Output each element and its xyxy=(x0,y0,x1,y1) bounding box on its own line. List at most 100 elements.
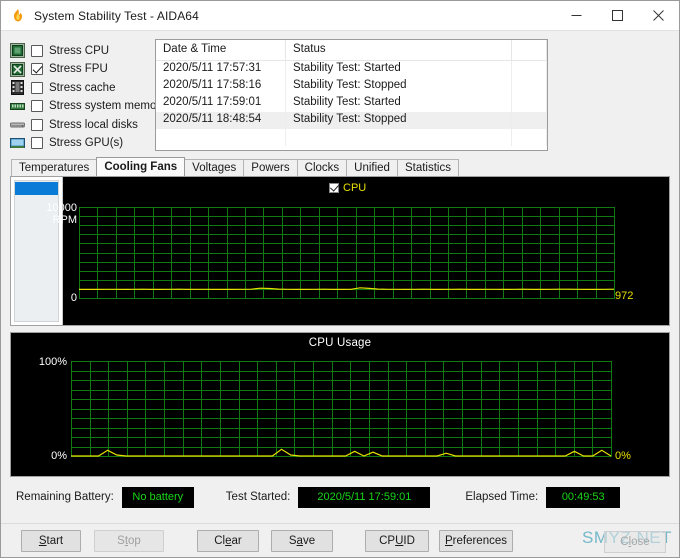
stability-test-window: System Stability Test - AIDA64 Stress CP… xyxy=(0,0,680,558)
elapsed-time-value: 00:49:53 xyxy=(546,486,621,508)
stress-option-cpu[interactable]: Stress CPU xyxy=(10,42,153,59)
client-area: Stress CPU Stress FPU Stress cache Stres… xyxy=(1,31,679,523)
battery-label: Remaining Battery: xyxy=(16,491,114,503)
log-cell-extra xyxy=(512,95,547,112)
event-log-list[interactable]: Date & Time Status 2020/5/11 17:57:31 St… xyxy=(155,39,548,151)
tab-unified[interactable]: Unified xyxy=(346,159,398,176)
cpu-usage-chart-panel: CPU Usage 100% 0% 0% xyxy=(10,332,670,477)
preferences-button-label: Preferences xyxy=(444,534,507,547)
fan-sensor-selected-item[interactable] xyxy=(15,182,58,195)
table-row[interactable]: 2020/5/11 18:48:54 Stability Test: Stopp… xyxy=(156,112,547,129)
window-title: System Stability Test - AIDA64 xyxy=(34,8,199,23)
test-started-label: Test Started: xyxy=(225,491,291,503)
stress-cache-checkbox[interactable] xyxy=(31,81,43,94)
minimize-icon[interactable] xyxy=(556,1,597,31)
log-cell-status: Stability Test: Stopped xyxy=(286,112,512,129)
log-cell-status: Stability Test: Started xyxy=(286,61,512,78)
fan-legend-cpu[interactable]: CPU xyxy=(329,182,366,194)
title-bar: System Stability Test - AIDA64 xyxy=(1,1,679,31)
log-cell-extra xyxy=(512,61,547,78)
stress-option-gpu[interactable]: Stress GPU(s) xyxy=(10,135,153,152)
tab-voltages[interactable]: Voltages xyxy=(184,159,245,176)
save-button[interactable]: Save xyxy=(271,529,333,552)
elapsed-time-label: Elapsed Time: xyxy=(465,491,539,503)
tab-powers[interactable]: Powers xyxy=(243,159,298,176)
stress-option-memory[interactable]: Stress system memory xyxy=(10,98,166,115)
tab-cooling-fans[interactable]: Cooling Fans xyxy=(96,157,186,176)
log-header-row: Date & Time Status xyxy=(156,40,547,61)
tab-temperatures[interactable]: Temperatures xyxy=(11,159,98,176)
table-row[interactable]: 2020/5/11 17:58:16 Stability Test: Stopp… xyxy=(156,78,547,95)
tab-clocks[interactable]: Clocks xyxy=(296,159,348,176)
gpu-icon xyxy=(10,136,25,151)
tab-statistics[interactable]: Statistics xyxy=(396,159,459,176)
log-cell-datetime: 2020/5/11 18:48:54 xyxy=(156,112,286,129)
log-column-status[interactable]: Status xyxy=(286,40,512,61)
stress-gpu-checkbox[interactable] xyxy=(31,137,43,149)
close-icon[interactable] xyxy=(638,1,679,31)
maximize-icon[interactable] xyxy=(597,1,638,31)
clear-button[interactable]: Clear xyxy=(197,529,259,552)
log-cell-extra xyxy=(512,112,547,129)
fpu-chip-icon xyxy=(10,61,25,77)
stop-button-label: Stop xyxy=(117,534,141,547)
close-button-label: Close xyxy=(620,536,650,548)
cpuid-button[interactable]: CPUID xyxy=(365,529,429,552)
log-cell-status: Stability Test: Started xyxy=(286,95,512,112)
stress-fpu-label: Stress FPU xyxy=(49,63,108,75)
stress-cache-label: Stress cache xyxy=(49,81,116,94)
stress-option-fpu[interactable]: Stress FPU xyxy=(10,61,153,78)
log-cell-datetime: 2020/5/11 17:59:01 xyxy=(156,95,286,112)
usage-axis-min: 0% xyxy=(51,450,67,462)
log-cell-status: Stability Test: Stopped xyxy=(286,78,512,95)
stress-gpu-label: Stress GPU(s) xyxy=(49,137,124,149)
stress-disks-label: Stress local disks xyxy=(49,118,138,131)
stress-disks-checkbox[interactable] xyxy=(31,118,43,131)
stress-memory-checkbox[interactable] xyxy=(31,100,43,112)
stress-fpu-checkbox[interactable] xyxy=(31,63,43,75)
stress-cpu-label: Stress CPU xyxy=(49,44,110,57)
log-column-datetime[interactable]: Date & Time xyxy=(156,40,286,61)
log-cell-datetime: 2020/5/11 17:57:31 xyxy=(156,61,286,78)
usage-current-value: 0% xyxy=(615,450,631,462)
clear-button-label: Clear xyxy=(214,534,242,547)
cpu-chip-icon xyxy=(10,43,25,58)
stress-option-disks[interactable]: Stress local disks xyxy=(10,116,153,133)
stress-cpu-checkbox[interactable] xyxy=(31,44,43,57)
cache-icon xyxy=(10,80,25,95)
window-controls xyxy=(556,1,679,31)
cpuid-button-label: CPUID xyxy=(379,534,415,547)
button-bar: Start Stop Clear Save CPUID Preferences … xyxy=(1,523,679,557)
table-row-empty xyxy=(156,129,547,146)
start-button-label: Start xyxy=(38,534,64,547)
fan-axis-unit: RPM xyxy=(52,214,77,226)
status-row: Remaining Battery: No battery Test Start… xyxy=(10,486,670,508)
fan-axis-min: 0 xyxy=(70,292,77,304)
save-button-label: Save xyxy=(288,534,316,547)
stress-option-cache[interactable]: Stress cache xyxy=(10,79,153,96)
close-button: Close xyxy=(604,531,666,553)
disk-icon xyxy=(10,117,25,132)
usage-axis-max: 100% xyxy=(38,356,67,368)
log-cell-datetime: 2020/5/11 17:58:16 xyxy=(156,78,286,95)
fan-chart: CPU 10000 RPM 0 972 xyxy=(11,177,669,325)
memory-icon xyxy=(10,99,25,114)
battery-value: No battery xyxy=(121,486,194,508)
fan-current-value: 972 xyxy=(615,290,634,302)
stress-memory-label: Stress system memory xyxy=(49,100,166,112)
usage-chart-title: CPU Usage xyxy=(308,337,372,349)
flame-icon xyxy=(10,8,26,24)
test-started-value: 2020/5/11 17:59:01 xyxy=(298,486,431,508)
log-column-extra[interactable] xyxy=(512,40,547,61)
preferences-button[interactable]: Preferences xyxy=(439,529,513,552)
tab-strip: Temperatures Cooling Fans Voltages Power… xyxy=(10,157,670,176)
log-cell-extra xyxy=(512,78,547,95)
fan-legend-checkbox[interactable] xyxy=(329,183,339,193)
cooling-fans-chart-panel: CPU 10000 RPM 0 972 xyxy=(10,176,670,326)
start-button[interactable]: Start xyxy=(21,529,81,552)
table-row[interactable]: 2020/5/11 17:59:01 Stability Test: Start… xyxy=(156,95,547,112)
top-row: Stress CPU Stress FPU Stress cache Stres… xyxy=(10,39,670,151)
stop-button: Stop xyxy=(94,529,164,552)
fan-plot-area xyxy=(79,207,615,299)
table-row[interactable]: 2020/5/11 17:57:31 Stability Test: Start… xyxy=(156,61,547,78)
